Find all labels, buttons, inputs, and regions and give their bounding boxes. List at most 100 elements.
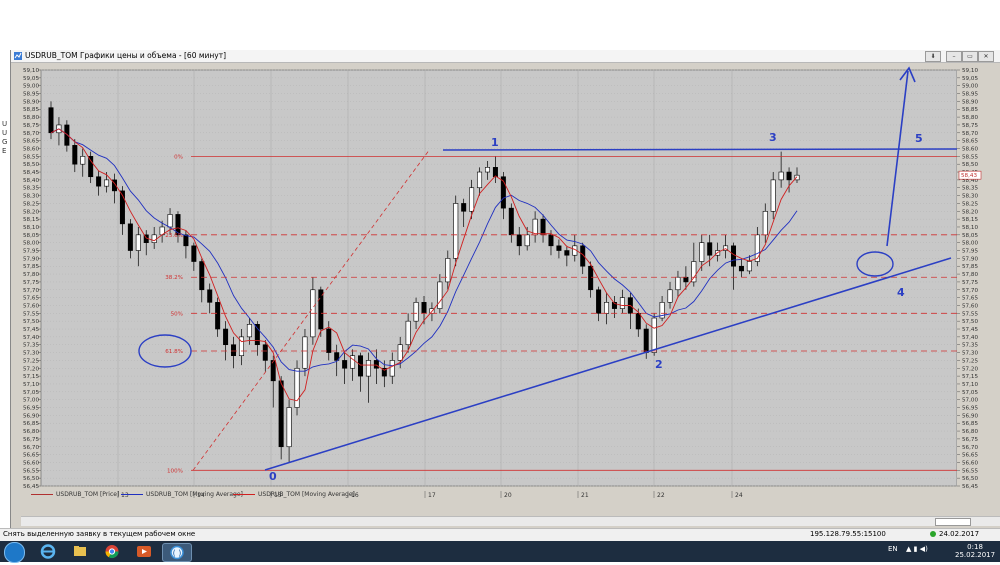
- y-tick-label-right: 56,75: [962, 437, 978, 443]
- candle-body: [389, 360, 395, 377]
- candle-body: [437, 281, 443, 309]
- tray-icons[interactable]: ▲ ▮ ◀): [906, 545, 928, 553]
- taskbar: ( ) EN ▲ ▮ ◀) 0:18 25.02.2017: [0, 541, 1000, 563]
- edge-letter: U: [2, 129, 8, 137]
- y-tick-label-right: 57,05: [962, 390, 978, 396]
- candle-body: [508, 207, 514, 236]
- y-tick-label-right: 58,05: [962, 233, 978, 239]
- horizontal-scrollbar[interactable]: [21, 516, 1000, 526]
- y-tick-label-left: 57,55: [23, 311, 39, 317]
- candle-body: [365, 360, 371, 377]
- y-tick-label-left: 58,85: [23, 107, 39, 113]
- y-tick-label-right: 58,70: [962, 131, 978, 137]
- y-tick-label-right: 57,50: [962, 319, 978, 325]
- y-tick-label-left: 57,05: [23, 390, 39, 396]
- y-tick-label-right: 58,65: [962, 139, 978, 145]
- y-tick-label-right: 58,60: [962, 146, 978, 152]
- candle-body: [167, 214, 173, 228]
- candle-body: [223, 328, 229, 346]
- y-tick-label-left: 58,80: [23, 115, 39, 121]
- y-tick-label-left: 57,60: [23, 303, 39, 309]
- candle-body: [556, 245, 562, 251]
- y-tick-label-right: 58,15: [962, 217, 978, 223]
- legend-item: USDRUB_TOM [Moving Average]: [233, 491, 355, 498]
- fib-level-label: 23.6%: [165, 233, 183, 239]
- y-tick-label-left: 59,05: [23, 76, 39, 82]
- candle-body: [405, 320, 411, 346]
- fib-level-label: 61.8%: [165, 349, 183, 355]
- candle-body: [484, 167, 490, 173]
- candle-body: [294, 367, 300, 408]
- y-tick-label-right: 57,55: [962, 311, 978, 317]
- candle-body: [746, 261, 752, 272]
- fib-level-label: 38.2%: [165, 275, 183, 281]
- candle-body: [786, 171, 792, 181]
- ie-taskbar-icon[interactable]: [34, 543, 62, 560]
- y-tick-label-right: 58,20: [962, 209, 978, 215]
- y-tick-label-left: 58,45: [23, 170, 39, 176]
- y-tick-label-right: 59,00: [962, 84, 978, 90]
- start-button[interactable]: [4, 542, 25, 563]
- y-tick-label-left: 57,65: [23, 296, 39, 302]
- y-tick-label-right: 57,95: [962, 249, 978, 255]
- y-tick-label-left: 59,00: [23, 84, 39, 90]
- y-tick-label-left: 56,70: [23, 445, 39, 451]
- candle-body: [707, 242, 713, 256]
- candle-body: [135, 234, 141, 251]
- legend-item: USDRUB_TOM [Price]: [31, 491, 119, 498]
- y-tick-label-left: 57,20: [23, 366, 39, 372]
- annotation-label-3: 3: [769, 131, 777, 144]
- y-tick-label-left: 57,40: [23, 335, 39, 341]
- y-tick-label-right: 57,45: [962, 327, 978, 333]
- y-tick-label-left: 58,00: [23, 241, 39, 247]
- y-tick-label-right: 58,75: [962, 123, 978, 129]
- fib-level-label: 0%: [174, 154, 183, 160]
- y-tick-label-left: 57,35: [23, 343, 39, 349]
- current-price-label: 58,43: [961, 173, 977, 179]
- y-tick-label-left: 56,55: [23, 468, 39, 474]
- media-taskbar-icon[interactable]: [130, 543, 158, 560]
- trading-app-taskbar-icon[interactable]: ( ): [162, 543, 192, 562]
- y-tick-label-right: 56,80: [962, 429, 978, 435]
- candle-body: [88, 156, 94, 178]
- y-tick-label-left: 57,80: [23, 272, 39, 278]
- y-tick-label-left: 59,10: [23, 68, 39, 74]
- language-indicator[interactable]: EN: [888, 545, 898, 553]
- y-tick-label-right: 58,35: [962, 186, 978, 192]
- candle-body: [302, 336, 308, 369]
- y-tick-label-right: 57,90: [962, 256, 978, 262]
- y-tick-label-left: 58,35: [23, 186, 39, 192]
- candle-body: [64, 124, 70, 146]
- y-tick-label-left: 57,85: [23, 264, 39, 270]
- candle-body: [548, 234, 554, 247]
- scrollbar-thumb[interactable]: [935, 518, 971, 526]
- y-tick-label-right: 57,40: [962, 335, 978, 341]
- candle-body: [373, 360, 379, 369]
- chart-legend: USDRUB_TOM [Price] USDRUB_TOM [Moving Av…: [21, 490, 971, 500]
- candle-body: [667, 289, 673, 303]
- y-tick-label-left: 56,50: [23, 476, 39, 482]
- explorer-taskbar-icon[interactable]: [66, 543, 94, 560]
- y-tick-label-left: 58,75: [23, 123, 39, 129]
- left-window-edge: U U G E: [0, 50, 10, 530]
- candle-body: [453, 203, 459, 259]
- chrome-taskbar-icon[interactable]: [98, 543, 126, 560]
- y-tick-label-left: 58,10: [23, 225, 39, 231]
- connection-status-icon: [930, 531, 936, 537]
- annotation-label-1: 1: [491, 136, 499, 149]
- candle-body: [48, 107, 54, 134]
- y-tick-label-right: 57,35: [962, 343, 978, 349]
- y-tick-label-left: 58,55: [23, 154, 39, 160]
- taskbar-clock[interactable]: 0:18 25.02.2017: [955, 543, 995, 559]
- y-tick-label-left: 56,75: [23, 437, 39, 443]
- y-tick-label-right: 57,25: [962, 358, 978, 364]
- candle-body: [270, 360, 276, 382]
- y-tick-label-right: 56,55: [962, 468, 978, 474]
- candle-body: [215, 302, 221, 330]
- y-tick-label-right: 56,70: [962, 445, 978, 451]
- y-tick-label-left: 57,25: [23, 358, 39, 364]
- y-tick-label-left: 58,30: [23, 194, 39, 200]
- y-tick-label-right: 56,50: [962, 476, 978, 482]
- y-tick-label-right: 58,85: [962, 107, 978, 113]
- price-chart[interactable]: 59,10 59,10 59,05 59,05 59,00 59,00 58,95 58,95…: [11, 50, 1000, 528]
